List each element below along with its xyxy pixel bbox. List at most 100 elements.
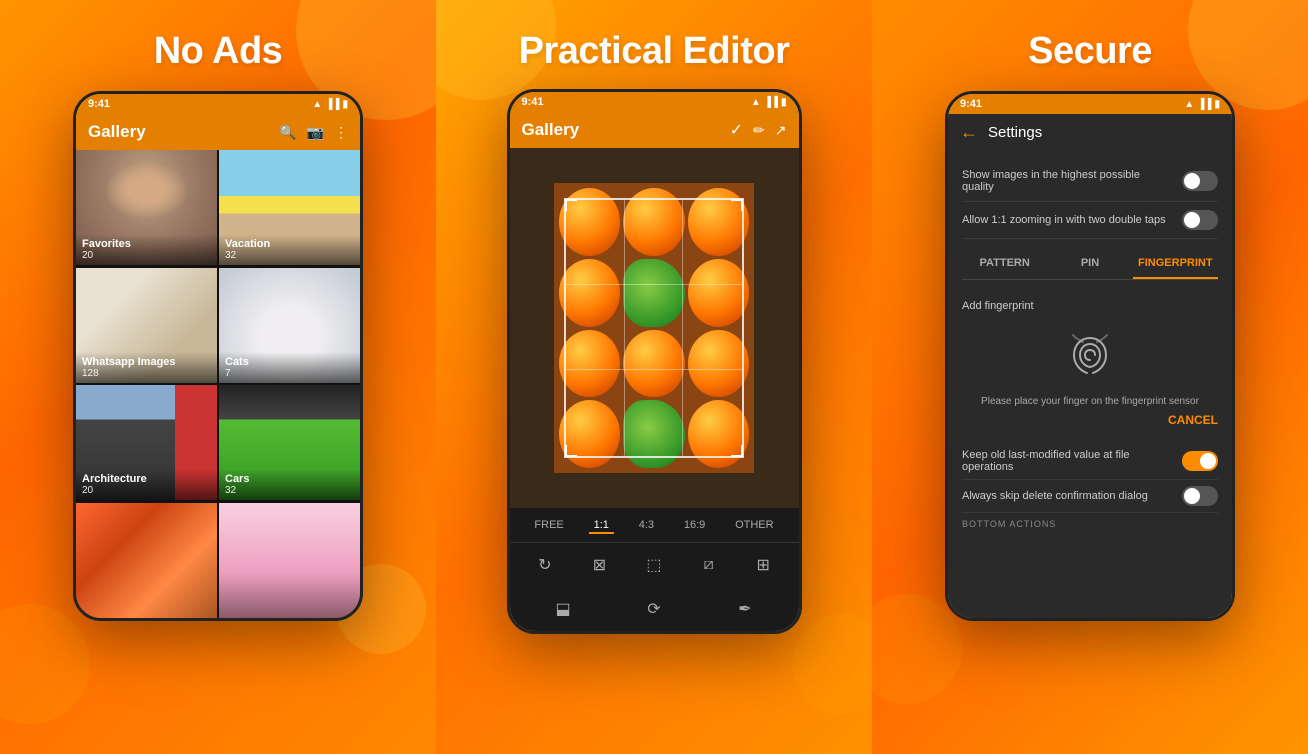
status-bar-3: 9:41 ▲ ▐▐ ▮ (948, 94, 1232, 114)
vacation-label: Vacation 32 (219, 234, 360, 265)
ratio-other[interactable]: OTHER (730, 516, 779, 534)
cancel-button[interactable]: CANCEL (1168, 407, 1218, 433)
editor-image-area (510, 148, 799, 508)
export-tool[interactable]: ⬓ (549, 595, 577, 623)
gallery-item-cherry[interactable] (219, 503, 360, 618)
wifi-icon: ▲ (312, 99, 322, 110)
phone-1-mockup: 9:41 ▲ ▐▐ ▮ Gallery 🔍 📷 ⋮ (73, 91, 363, 621)
settings-row-file-ops: Keep old last-modified value at file ope… (962, 443, 1218, 480)
deco-blob (792, 614, 872, 714)
signal-icon: ▐▐ (325, 99, 339, 110)
wifi-icon-2: ▲ (751, 97, 761, 108)
fingerprint-instruction: Please place your finger on the fingerpr… (981, 396, 1199, 407)
settings-row-quality: Show images in the highest possible qual… (962, 161, 1218, 202)
fingerprint-area: Add fingerprint Please place your finger… (962, 290, 1218, 443)
tab-pattern[interactable]: PATTERN (962, 249, 1047, 279)
gallery-app-bar-icons: 🔍 📷 ⋮ (279, 124, 348, 141)
panel-3-heading: Secure (1028, 30, 1152, 73)
arch-label: Architecture 20 (76, 469, 217, 500)
flip-tool[interactable]: ⊠ (585, 551, 613, 579)
signal-icon-2: ▐▐ (764, 97, 778, 108)
crop-tool[interactable]: ⬚ (640, 551, 668, 579)
settings-row-delete: Always skip delete confirmation dialog (962, 480, 1218, 513)
phone-3-mockup: 9:41 ▲ ▐▐ ▮ ← Settings Show images in th… (945, 91, 1235, 621)
quality-toggle[interactable] (1182, 171, 1218, 191)
crop-corner-tl (565, 199, 577, 211)
ratio-1-1[interactable]: 1:1 (589, 516, 614, 534)
gallery-app-bar: Gallery 🔍 📷 ⋮ (76, 114, 360, 150)
ratio-4-3[interactable]: 4:3 (634, 516, 659, 534)
tab-fingerprint[interactable]: FINGERPRINT (1133, 249, 1218, 279)
back-button[interactable]: ← (960, 122, 978, 143)
settings-title: Settings (988, 124, 1042, 141)
deco-blob (872, 594, 962, 704)
status-icons-3: ▲ ▐▐ ▮ (1184, 99, 1220, 110)
delete-label: Always skip delete confirmation dialog (962, 490, 1182, 502)
battery-icon-3: ▮ (1214, 99, 1220, 110)
tab-pin[interactable]: PIN (1047, 249, 1132, 279)
crop-grid-v2 (682, 200, 683, 456)
crop-container (554, 183, 754, 473)
more-icon[interactable]: ⋮ (334, 124, 348, 141)
crop-grid-h1 (566, 284, 742, 285)
crop-grid-v1 (624, 200, 625, 456)
search-icon[interactable]: 🔍 (279, 124, 296, 141)
share-icon[interactable]: ↗ (775, 122, 787, 139)
bottom-actions-label: BOTTOM ACTIONS (962, 513, 1218, 531)
crop-corner-tr (731, 199, 743, 211)
gallery-item-cars[interactable]: Cars 32 (219, 385, 360, 500)
delete-toggle[interactable] (1182, 486, 1218, 506)
grid-tool[interactable]: ⊞ (749, 551, 777, 579)
crop-overlay[interactable] (564, 198, 744, 458)
crop-grid-h2 (566, 369, 742, 370)
gallery-grid: Favorites 20 Vacation 32 Whatsapp Images (76, 150, 360, 618)
rotate-tool[interactable]: ↻ (531, 551, 559, 579)
battery-icon: ▮ (342, 99, 348, 110)
status-bar-1: 9:41 ▲ ▐▐ ▮ (76, 94, 360, 114)
settings-app-bar: ← Settings (948, 114, 1232, 151)
gallery-item-art[interactable] (76, 503, 217, 618)
crop-corner-br (731, 445, 743, 457)
gallery-item-favorites[interactable]: Favorites 20 (76, 150, 217, 265)
panel-secure: Secure 9:41 ▲ ▐▐ ▮ ← Settings Sh (872, 0, 1308, 754)
whatsapp-label: Whatsapp Images 128 (76, 352, 217, 383)
panel-editor: Practical Editor 9:41 ▲ ▐▐ ▮ Gallery ✓ ✏… (436, 0, 872, 754)
editor-gallery-title: Gallery (522, 120, 580, 140)
edit-icon[interactable]: ✏ (753, 122, 765, 139)
favorites-label: Favorites 20 (76, 234, 217, 265)
gallery-item-whatsapp[interactable]: Whatsapp Images 128 (76, 268, 217, 383)
deco-blob (0, 604, 90, 724)
file-ops-toggle[interactable] (1182, 451, 1218, 471)
signal-icon-3: ▐▐ (1197, 99, 1211, 110)
cherry-thumb (219, 503, 360, 618)
toggle-knob-delete (1184, 488, 1200, 504)
status-bar-2: 9:41 ▲ ▐▐ ▮ (510, 92, 799, 112)
art-thumb (76, 503, 217, 618)
toggle-knob-zoom (1184, 212, 1200, 228)
wifi-icon-3: ▲ (1184, 99, 1194, 110)
ratio-16-9[interactable]: 16:9 (679, 516, 710, 534)
gallery-item-cats[interactable]: Cats 7 (219, 268, 360, 383)
toggle-knob-quality (1184, 173, 1200, 189)
rotate2-tool[interactable]: ⟳ (640, 595, 668, 623)
camera-icon[interactable]: 📷 (307, 124, 324, 141)
editor-tools-1: ↻ ⊠ ⬚ ⧄ ⊞ (510, 542, 799, 587)
gallery-item-vacation[interactable]: Vacation 32 (219, 150, 360, 265)
settings-content: Show images in the highest possible qual… (948, 151, 1232, 618)
add-fingerprint-label: Add fingerprint (962, 300, 1034, 312)
security-tabs: PATTERN PIN FINGERPRINT (962, 249, 1218, 280)
check-icon[interactable]: ✓ (730, 120, 743, 140)
editor-app-bar: Gallery ✓ ✏ ↗ (510, 112, 799, 148)
split-tool[interactable]: ⧄ (695, 551, 723, 579)
zoom-toggle[interactable] (1182, 210, 1218, 230)
ratio-free[interactable]: FREE (529, 516, 568, 534)
toggle-knob-file (1200, 453, 1216, 469)
fingerprint-icon (1065, 330, 1115, 380)
zoom-setting-label: Allow 1:1 zooming in with two double tap… (962, 214, 1182, 226)
cats-label: Cats 7 (219, 352, 360, 383)
ratio-bar: FREE 1:1 4:3 16:9 OTHER (510, 508, 799, 542)
editor-app-bar-icons: ✓ ✏ ↗ (730, 120, 787, 140)
draw-tool[interactable]: ✒ (731, 595, 759, 623)
gallery-item-architecture[interactable]: Architecture 20 (76, 385, 217, 500)
status-time-2: 9:41 (522, 96, 544, 108)
